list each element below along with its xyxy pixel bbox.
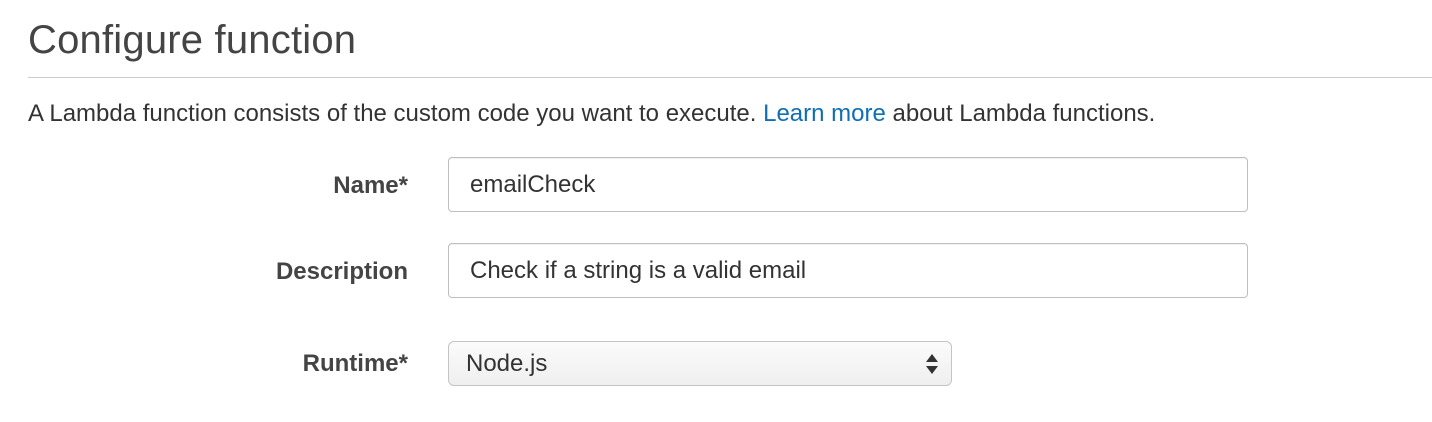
configure-function-page: Configure function A Lambda function con… — [0, 0, 1432, 422]
runtime-selected-value: Node.js — [466, 349, 548, 377]
description-label: Description — [275, 258, 408, 285]
name-label: Name* — [333, 172, 408, 199]
runtime-label: Runtime* — [302, 350, 408, 377]
runtime-select[interactable]: Node.js — [448, 341, 952, 386]
learn-more-link[interactable]: Learn more — [763, 100, 886, 127]
intro-text: A Lambda function consists of the custom… — [28, 100, 1155, 128]
title-divider — [28, 77, 1432, 78]
name-input[interactable] — [448, 157, 1248, 212]
page-title: Configure function — [28, 18, 357, 62]
intro-text-before: A Lambda function consists of the custom… — [28, 100, 764, 127]
intro-text-after: about Lambda functions. — [885, 100, 1156, 127]
description-input[interactable] — [448, 243, 1248, 298]
up-down-arrows-icon — [926, 354, 938, 374]
